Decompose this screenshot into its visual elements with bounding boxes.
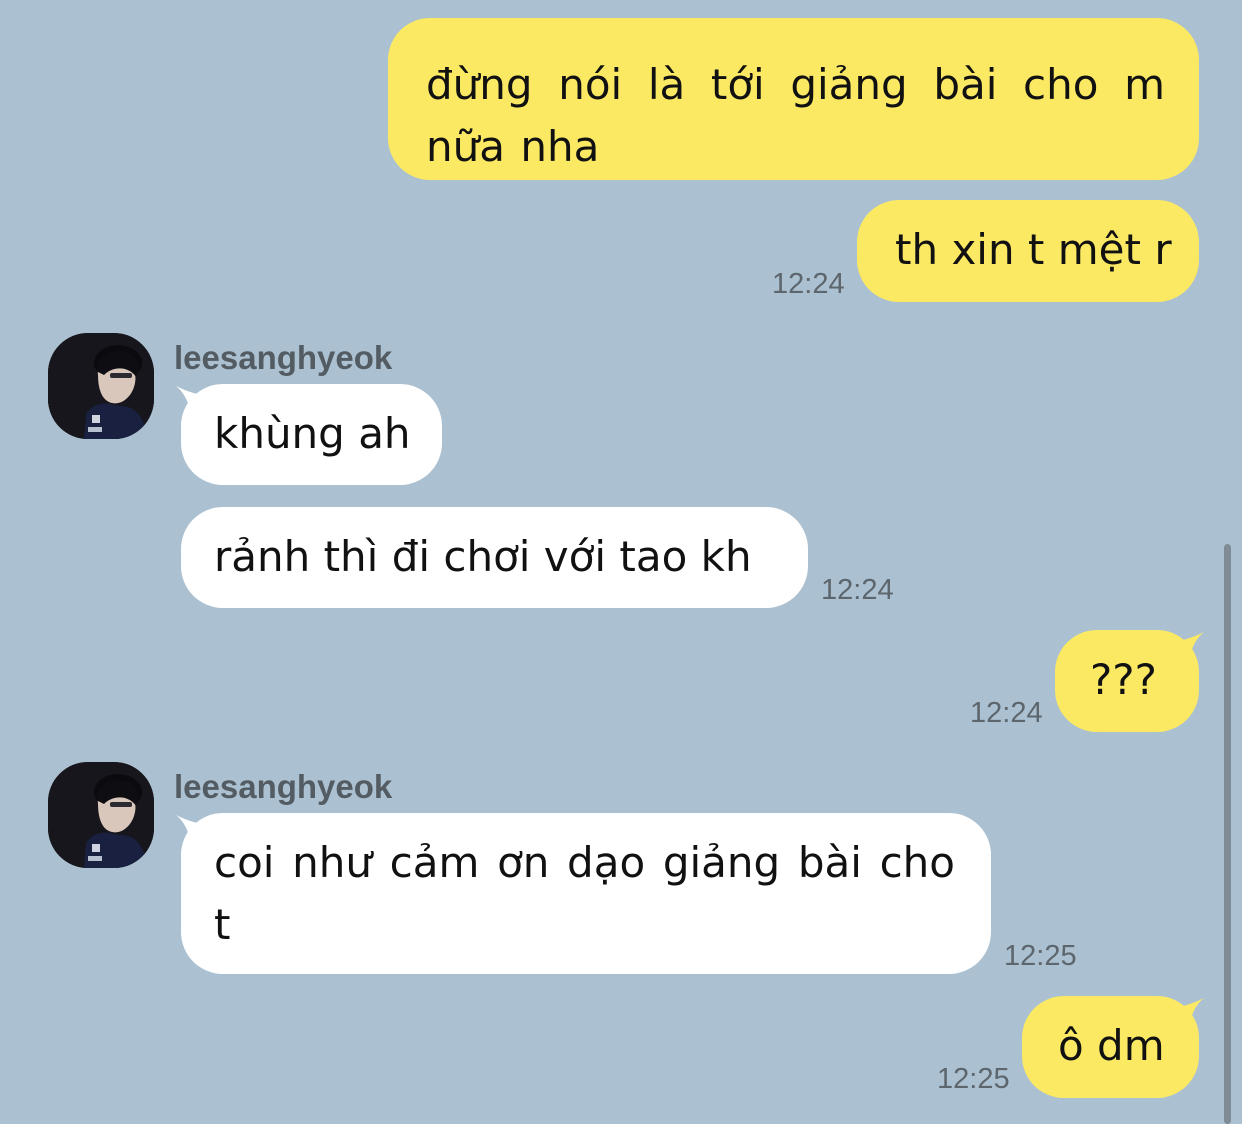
message-timestamp: 12:24 — [821, 574, 894, 606]
message-text: ??? — [1090, 655, 1157, 704]
sender-avatar[interactable] — [48, 333, 154, 439]
other-message-bubble[interactable]: coi như cảm ơn dạo giảng bài cho t — [181, 813, 991, 974]
message-text: rảnh thì đi chơi với tao kh — [214, 532, 752, 581]
profile-photo-avatar-icon — [48, 762, 154, 868]
message-text: th xin t mệt r — [895, 225, 1172, 274]
my-message-bubble[interactable]: ô dm — [1022, 996, 1199, 1098]
message-text: đừng nói là tới giảng bài cho m nữa nha — [426, 60, 1165, 171]
my-message-bubble[interactable]: đừng nói là tới giảng bài cho m nữa nha — [388, 18, 1199, 180]
scrollbar[interactable] — [1224, 544, 1231, 1124]
other-message-bubble[interactable]: rảnh thì đi chơi với tao kh — [181, 507, 808, 608]
sender-avatar[interactable] — [48, 762, 154, 868]
message-text: coi như cảm ơn dạo giảng bài cho t — [214, 838, 955, 949]
message-timestamp: 12:24 — [970, 697, 1043, 729]
message-text: ô dm — [1058, 1021, 1165, 1070]
sender-name: leesanghyeok — [174, 339, 393, 376]
profile-photo-avatar-icon — [48, 333, 154, 439]
other-message-bubble[interactable]: khùng ah — [181, 384, 442, 485]
message-timestamp: 12:24 — [772, 268, 845, 300]
my-message-bubble[interactable]: ??? — [1055, 630, 1199, 732]
message-timestamp: 12:25 — [1004, 940, 1077, 972]
message-text: khùng ah — [214, 409, 411, 458]
my-message-bubble[interactable]: th xin t mệt r — [857, 200, 1199, 302]
sender-name: leesanghyeok — [174, 768, 393, 805]
message-timestamp: 12:25 — [937, 1063, 1010, 1095]
